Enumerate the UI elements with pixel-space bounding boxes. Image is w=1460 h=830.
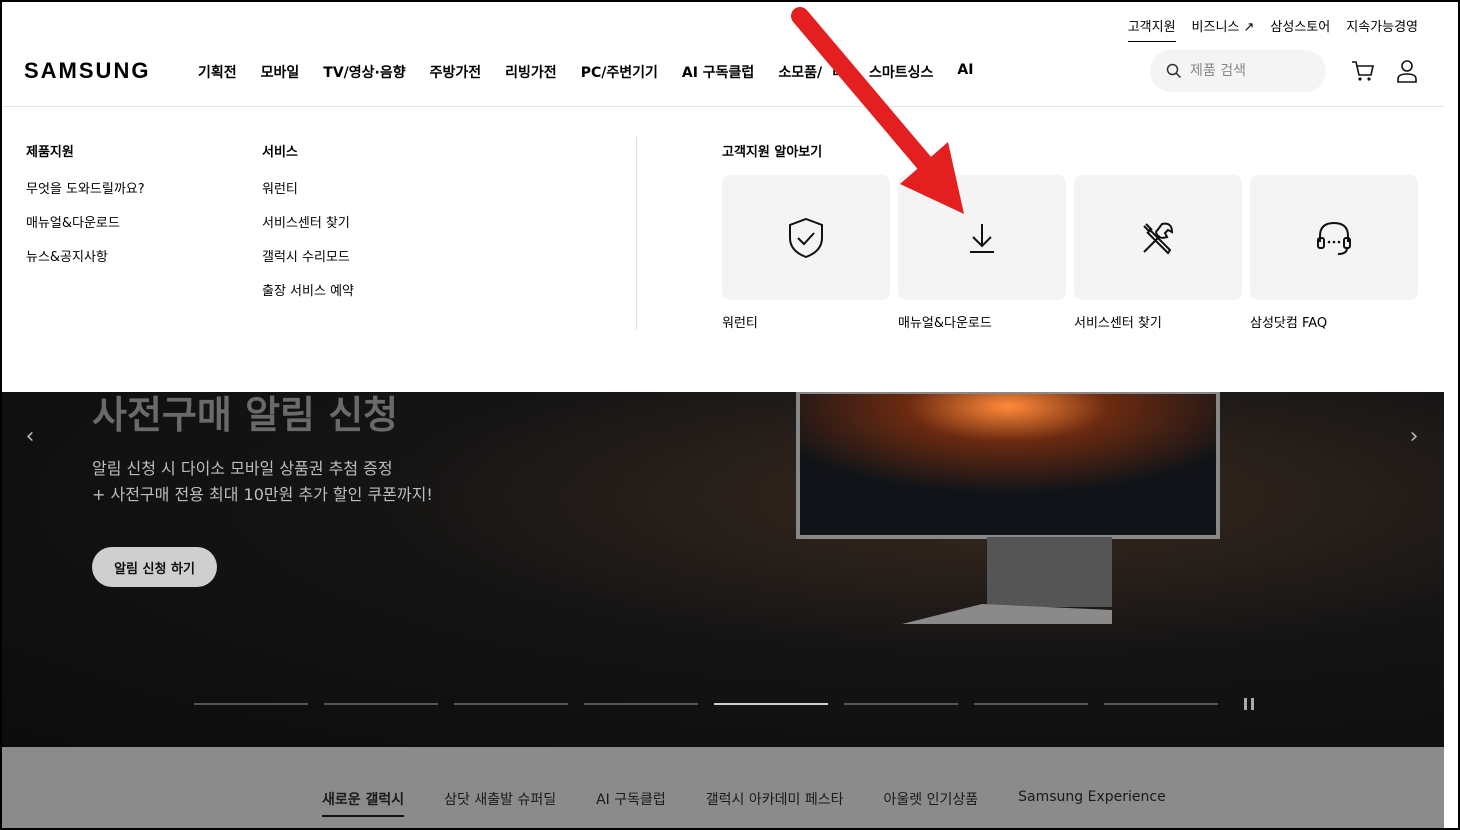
card-label: 서비스센터 찾기 [1074,316,1162,331]
menu-divider [636,137,637,330]
hero-subtitle-line: + 사전구매 전용 최대 10만원 추가 할인 쿠폰까지! [92,485,433,504]
menu-col-service: 서비스 워런티 서비스센터 찾기 갤럭시 수리모드 출장 서비스 예약 [262,141,354,314]
card-faq[interactable]: 삼성닷컴 FAQ [1250,175,1418,331]
nav-item[interactable]: TV/영상·음향 [323,62,405,82]
menu-link[interactable]: 매뉴얼&다운로드 [26,212,145,231]
hero-title: 사전구매 알림 신청 [92,393,399,437]
util-link-business[interactable]: 비즈니스 ↗ [1192,16,1255,42]
pause-icon[interactable] [1244,698,1254,710]
card-box [1250,175,1418,300]
tab-super-deal[interactable]: 삼닷 새출발 슈퍼딜 [444,789,556,817]
util-link-sustainability[interactable]: 지속가능경영 [1346,16,1418,42]
nav-item[interactable]: 기획전 [198,62,237,82]
samsung-logo[interactable]: SAMSUNG [24,58,150,84]
menu-link[interactable]: 갤럭시 수리모드 [262,246,354,265]
support-mega-menu: 제품지원 무엇을 도와드릴까요? 매뉴얼&다운로드 뉴스&공지사항 서비스 워런… [2,107,1458,392]
menu-link[interactable]: 서비스센터 찾기 [262,212,354,231]
card-label: 워런티 [722,316,758,331]
slide-dot[interactable] [324,703,438,705]
slide-indicator [194,698,1254,710]
menu-link[interactable]: 출장 서비스 예약 [262,280,354,299]
cart-icon[interactable] [1350,58,1376,84]
slide-dot[interactable] [584,703,698,705]
slide-dot[interactable] [1104,703,1218,705]
tab-experience[interactable]: Samsung Experience [1018,789,1166,817]
monitor-image [796,392,1220,624]
search-input[interactable] [1190,63,1310,79]
nav-item[interactable]: 주방가전 [430,62,482,82]
slide-dot[interactable] [454,703,568,705]
slide-dot[interactable] [974,703,1088,705]
search-icon [1166,63,1182,79]
tab-new-galaxy[interactable]: 새로운 갤럭시 [322,789,405,817]
chevron-right-icon[interactable]: › [1398,420,1430,452]
slide-dot[interactable] [194,703,308,705]
annotation-arrow-icon [791,7,964,214]
nav-item[interactable]: PC/주변기기 [581,62,658,82]
menu-col-title: 서비스 [262,145,298,160]
slide-dot[interactable] [844,703,958,705]
notify-signup-button[interactable]: 알림 신청 하기 [92,547,217,587]
menu-link[interactable]: 워런티 [262,178,354,197]
menu-link[interactable]: 무엇을 도와드릴까요? [26,178,145,197]
user-icon[interactable] [1394,58,1420,84]
nav-item[interactable]: AI 구독클럽 [682,62,754,82]
hero-subtitle: 알림 신청 시 다이소 모바일 상품권 추첨 증정 + 사전구매 전용 최대 1… [92,456,433,508]
promo-tabs-area: 새로운 갤럭시 삼닷 새출발 슈퍼딜 AI 구독클럽 갤럭시 아카데미 페스타 … [2,747,1444,828]
utility-nav: 고객지원 비즈니스 ↗ 삼성스토어 지속가능경영 [1127,16,1418,42]
util-link-store[interactable]: 삼성스토어 [1270,16,1330,42]
headset-icon [1317,221,1351,255]
nav-item[interactable]: 모바일 [261,62,300,82]
card-label: 매뉴얼&다운로드 [898,316,992,331]
card-service-center[interactable]: 서비스센터 찾기 [1074,175,1242,331]
browser-frame: 고객지원 비즈니스 ↗ 삼성스토어 지속가능경영 SAMSUNG 기획전 모바일… [0,0,1460,830]
tab-outlet[interactable]: 아울렛 인기상품 [884,789,979,817]
slide-dot-active[interactable] [714,703,828,705]
hero-subtitle-line: 알림 신청 시 다이소 모바일 상품권 추첨 증정 [92,459,393,478]
util-link-support[interactable]: 고객지원 [1127,16,1176,42]
tab-academy-festa[interactable]: 갤럭시 아카데미 페스타 [706,789,844,817]
menu-link[interactable]: 뉴스&공지사항 [26,246,145,265]
tab-ai-club[interactable]: AI 구독클럽 [596,789,666,817]
nav-item[interactable]: 리빙가전 [505,62,557,82]
hero-banner: 사전구매 알림 신청 알림 신청 시 다이소 모바일 상품권 추첨 증정 + 사… [2,392,1444,747]
chevron-left-icon[interactable]: ‹ [14,420,46,452]
menu-col-title: 제품지원 [26,145,74,160]
promo-tabs: 새로운 갤럭시 삼닷 새출발 슈퍼딜 AI 구독클럽 갤럭시 아카데미 페스타 … [322,789,1206,817]
search-box[interactable] [1150,50,1326,92]
card-box [1074,175,1242,300]
card-label: 삼성닷컴 FAQ [1250,316,1328,331]
menu-col-product-support: 제품지원 무엇을 도와드릴까요? 매뉴얼&다운로드 뉴스&공지사항 [26,141,145,280]
tools-icon [1143,222,1174,255]
